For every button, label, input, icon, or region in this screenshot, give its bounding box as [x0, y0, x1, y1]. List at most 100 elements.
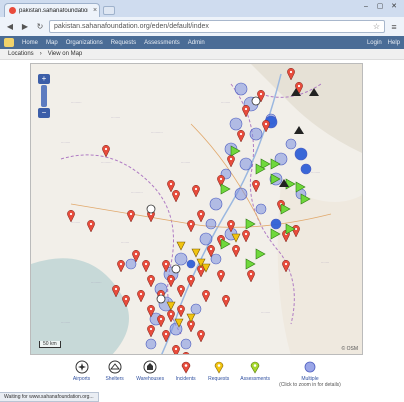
cluster-marker[interactable] — [205, 218, 217, 230]
cluster-marker[interactable] — [234, 187, 248, 201]
zoom-slider[interactable] — [41, 85, 47, 107]
svg-text:········: ········ — [181, 161, 190, 165]
svg-text:········: ········ — [311, 171, 320, 175]
cluster-marker[interactable] — [270, 218, 282, 230]
cluster-marker[interactable] — [300, 163, 312, 175]
svg-text:········: ········ — [71, 221, 80, 225]
svg-text:········: ········ — [61, 141, 70, 145]
new-tab-button[interactable] — [103, 6, 115, 15]
map-legend: Airports Shelters Warehouses Incidents R… — [70, 360, 341, 390]
legend-label: Requests — [208, 376, 230, 382]
svg-text:·········: ········· — [101, 161, 112, 165]
svg-text:········: ········ — [61, 321, 70, 325]
zoom-in-button[interactable]: + — [38, 74, 50, 84]
favicon-icon — [9, 7, 16, 14]
svg-text:·······: ······· — [321, 261, 329, 265]
cluster-marker[interactable] — [125, 258, 137, 270]
airport-icon — [75, 360, 89, 374]
svg-text:··········: ·········· — [151, 131, 163, 135]
tab-close-icon[interactable]: × — [91, 7, 99, 14]
breadcrumb-locations[interactable]: Locations — [8, 51, 34, 57]
cluster-marker[interactable] — [199, 232, 213, 246]
site-logo[interactable] — [4, 38, 14, 47]
legend-label: Assessments — [240, 376, 270, 382]
cluster-marker[interactable] — [186, 259, 196, 269]
map-attribution: © OSM — [341, 346, 358, 352]
legend-label: Shelters — [105, 376, 124, 382]
zoom-control: + − — [37, 74, 51, 118]
bookmark-star-icon[interactable]: ☆ — [373, 22, 380, 31]
facility-marker[interactable] — [171, 264, 181, 274]
breadcrumb: Locations › View on Map — [0, 49, 404, 60]
url-text: pakistan.sahanafoundation.org/eden/defau… — [54, 23, 209, 30]
browser-toolbar: ◀ ▶ ↻ pakistan.sahanafoundation.org/eden… — [0, 17, 404, 36]
back-button[interactable]: ◀ — [4, 21, 16, 33]
minimize-button[interactable]: – — [360, 2, 372, 11]
nav-item-organizations[interactable]: Organizations — [66, 40, 103, 46]
cluster-marker[interactable] — [210, 253, 222, 265]
cluster-marker[interactable] — [229, 117, 243, 131]
legend-sublabel: (Click to zoom in for details) — [279, 382, 341, 388]
cluster-marker[interactable] — [174, 252, 188, 266]
scale-bar: 50 km — [39, 341, 61, 348]
map-viewport[interactable]: ········· ········ ·········· ········ ····… — [30, 63, 363, 355]
legend-incidents: Incidents — [174, 360, 197, 390]
svg-text:·········: ········· — [91, 281, 102, 285]
facility-marker[interactable] — [251, 96, 261, 106]
cluster-marker[interactable] — [190, 303, 202, 315]
cluster-marker[interactable] — [239, 157, 253, 171]
tab-title: pakistan.sahanafoundation... — [19, 7, 88, 14]
legend-requests: Requests — [207, 360, 230, 390]
wrench-menu-icon[interactable]: ≡ — [388, 21, 400, 33]
svg-text:·······: ······· — [121, 241, 129, 245]
nav-item-assessments[interactable]: Assessments — [144, 40, 180, 46]
legend-label: Warehouses — [136, 376, 165, 382]
warehouse-icon — [143, 360, 157, 374]
svg-text:··········: ·········· — [131, 191, 143, 195]
map-canvas: ··························· ············… — [31, 64, 362, 354]
cluster-marker[interactable] — [145, 338, 157, 350]
site-navigation: Home Map Organizations Requests Assessme… — [0, 36, 404, 49]
reload-button[interactable]: ↻ — [34, 21, 46, 33]
help-link[interactable]: Help — [388, 40, 400, 46]
maximize-button[interactable]: ▢ — [374, 2, 386, 11]
cluster-marker[interactable] — [255, 203, 267, 215]
legend-airports: Airports — [70, 360, 93, 390]
legend-label: Incidents — [175, 376, 196, 382]
cluster-marker[interactable] — [285, 138, 297, 150]
legend-warehouses: Warehouses — [136, 360, 164, 390]
request-pin-icon — [212, 360, 226, 374]
status-bar: Waiting for www.sahanafoundation.org... — [0, 392, 99, 402]
legend-shelters: Shelters — [103, 360, 126, 390]
browser-tab[interactable]: pakistan.sahanafoundation... × — [4, 3, 100, 17]
nav-item-requests[interactable]: Requests — [111, 40, 136, 46]
nav-item-home[interactable]: Home — [22, 40, 38, 46]
svg-text:·········: ········· — [71, 101, 82, 105]
login-link[interactable]: Login — [367, 40, 382, 46]
legend-multiple: Multiple (Click to zoom in for details) — [279, 360, 341, 390]
address-bar[interactable]: pakistan.sahanafoundation.org/eden/defau… — [49, 20, 385, 33]
breadcrumb-map[interactable]: View on Map — [48, 51, 83, 57]
browser-chrome: pakistan.sahanafoundation... × – ▢ ✕ ◀ ▶… — [0, 0, 404, 36]
window-controls: – ▢ ✕ — [360, 2, 400, 11]
nav-item-admin[interactable]: Admin — [188, 40, 205, 46]
breadcrumb-separator: › — [39, 51, 42, 57]
legend-label: Airports — [72, 376, 91, 382]
svg-text:········: ········ — [111, 116, 120, 120]
assessment-pin-icon — [248, 360, 262, 374]
facility-marker[interactable] — [146, 204, 156, 214]
facility-marker[interactable] — [156, 294, 166, 304]
nav-item-map[interactable]: Map — [46, 40, 58, 46]
cluster-marker[interactable] — [294, 147, 308, 161]
shelter-icon — [108, 360, 122, 374]
cluster-marker[interactable] — [234, 82, 248, 96]
cluster-marker[interactable] — [249, 127, 263, 141]
svg-text:········: ········ — [221, 101, 230, 105]
forward-button[interactable]: ▶ — [19, 21, 31, 33]
cluster-icon — [303, 360, 317, 374]
cluster-marker[interactable] — [180, 338, 192, 350]
close-window-button[interactable]: ✕ — [388, 2, 400, 11]
zoom-out-button[interactable]: − — [38, 108, 50, 118]
svg-text:········: ········ — [261, 311, 270, 315]
cluster-marker[interactable] — [209, 197, 223, 211]
